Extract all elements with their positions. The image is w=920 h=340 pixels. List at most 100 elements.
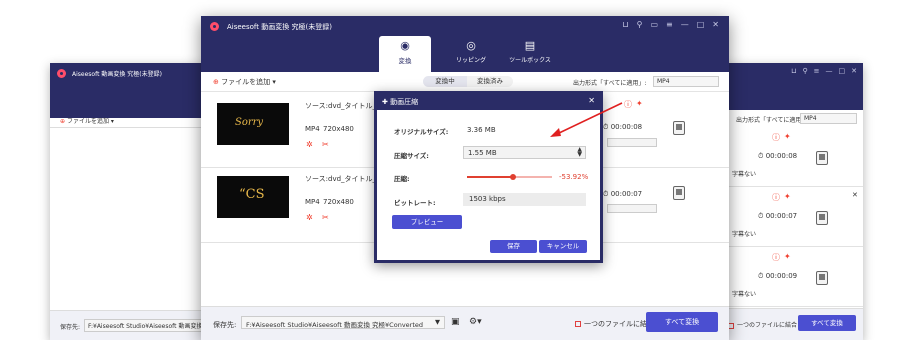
compression-slider-knob[interactable] [509, 174, 516, 180]
folder-icon[interactable]: ▣ [451, 317, 460, 327]
output-format-select[interactable]: MP4 [653, 76, 719, 87]
right-duration: ⏱ 00:00:08 [758, 152, 798, 160]
edit-icon[interactable]: ✲ [306, 213, 313, 222]
file-format: MP4 [305, 198, 320, 206]
menu-icon[interactable]: ≡ [814, 67, 820, 75]
maximize-icon[interactable]: □ [697, 20, 705, 29]
device-icon[interactable] [673, 186, 685, 200]
window-controls: ⊔ ⚲ ▭ ≡ — □ ✕ [622, 20, 719, 29]
key-icon[interactable]: ⚲ [802, 67, 807, 75]
device-icon[interactable] [673, 121, 685, 135]
original-size-value: 3.36 MB [467, 126, 496, 134]
edit-star-icon[interactable]: ✦ [636, 99, 643, 108]
feedback-icon[interactable]: ▭ [650, 20, 658, 29]
right-row-dropdown[interactable]: 字幕ない [732, 289, 756, 298]
right-titlebar: ⊔ ⚲ ≡ — □ ✕ [718, 63, 863, 110]
main-toolbar: ⊕ ファイルを追加 ▾ 変換中 変換済み 出力形式「すべてに適用」: MP4 [201, 72, 729, 92]
merge-checkbox[interactable]: 一つのファイルに結合 [575, 319, 654, 329]
file-resolution: 720x480 [323, 198, 354, 206]
right-row-dropdown[interactable]: 字幕ない [732, 169, 756, 178]
main-footer: 保存先: F:¥Aiseesoft Studio¥Aiseesoft 動画変換 … [201, 306, 729, 340]
merge-label: 一つのファイルに結合 [584, 320, 654, 328]
right-merge-checkbox[interactable]: 一つのファイルに結合 [728, 320, 797, 329]
original-size-label: オリジナルサイズ: [394, 128, 449, 136]
bitrate-value: 1503 kbps [469, 195, 506, 203]
tab-toolbox[interactable]: ▤ ツールボックス [501, 36, 559, 72]
edit-icon[interactable]: ✲ [306, 140, 313, 149]
add-files-button[interactable]: ⊕ ファイルを追加 ▾ [213, 77, 276, 87]
right-background-window: ⊔ ⚲ ≡ — □ ✕ 出力形式「すべてに適用」: MP4 ⓘ ✦ ⏱ 00:00:08 … [718, 63, 863, 340]
save-button[interactable]: 保存 [490, 240, 537, 253]
file-format: MP4 [305, 125, 320, 133]
device-icon[interactable] [816, 151, 828, 165]
video-thumbnail[interactable]: Sorry [217, 103, 289, 145]
info-icon[interactable]: ⓘ [772, 252, 780, 263]
left-add-files-label: ファイルを追加 [66, 118, 109, 125]
info-icon[interactable]: ⓘ [772, 192, 780, 203]
compression-label: 圧縮: [394, 175, 410, 183]
tab-ripper[interactable]: ◎ リッピング [445, 36, 497, 72]
info-icon[interactable]: ⓘ [624, 99, 632, 110]
compressed-size-stepper[interactable]: 1.55 MB ▲ ▼ [463, 146, 586, 159]
video-thumbnail[interactable]: “CS [217, 176, 289, 218]
edit-star-icon[interactable]: ✦ [784, 252, 791, 261]
compression-slider-fill [467, 176, 513, 178]
right-window-controls: ⊔ ⚲ ≡ — □ ✕ [791, 67, 857, 75]
file-duration: ⏱ 00:00:07 [603, 190, 643, 198]
maximize-icon[interactable]: □ [839, 67, 846, 75]
right-row: ⓘ ✦ ⏱ 00:00:09 字幕ない [718, 247, 863, 307]
thumbnail-text: “CS [239, 187, 265, 202]
minimize-icon[interactable]: — [826, 67, 833, 75]
compression-percent: -53.92% [559, 173, 589, 181]
info-icon[interactable]: ⓘ [772, 132, 780, 143]
file-resolution: 720x480 [323, 125, 354, 133]
preview-button[interactable]: プレビュー [392, 215, 462, 229]
disc-icon: ◎ [466, 39, 476, 52]
cut-icon[interactable]: ✂ [322, 140, 329, 149]
edit-star-icon[interactable]: ✦ [784, 192, 791, 201]
chevron-down-icon: ▼ [435, 318, 440, 326]
right-duration: ⏱ 00:00:09 [758, 272, 798, 280]
right-row-dropdown[interactable]: 字幕ない [732, 229, 756, 238]
save-path-field[interactable]: F:¥Aiseesoft Studio¥Aiseesoft 動画変換 究極¥Co… [241, 316, 445, 329]
stepper-arrows-icon: ▲ ▼ [577, 146, 582, 158]
compressed-size-label: 圧縮サイズ: [394, 152, 429, 160]
app-logo-icon [57, 69, 66, 78]
app-title: Aiseesoft 動画変換 究極(未登録) [227, 23, 332, 31]
subtitle-dropdown[interactable] [607, 204, 657, 213]
segment-converted[interactable]: 変換済み [467, 76, 513, 87]
left-window-title: Aiseesoft 動画変換 究極(未登録) [72, 71, 162, 78]
right-footer: 一つのファイルに結合 すべて変換 [718, 308, 863, 340]
edit-star-icon[interactable]: ✦ [784, 132, 791, 141]
remove-icon[interactable]: ✕ [852, 191, 858, 199]
app-logo-icon [210, 22, 219, 31]
cart-icon[interactable]: ⊔ [791, 67, 796, 75]
thumbnail-text: Sorry [235, 117, 264, 128]
annotation-arrow [550, 102, 623, 137]
key-icon[interactable]: ⚲ [637, 20, 643, 29]
tab-convert[interactable]: ◉ 変換 [379, 36, 431, 72]
checkbox-icon [575, 321, 581, 327]
bitrate-field: 1503 kbps [463, 193, 586, 206]
right-row: ⓘ ✦ ⏱ 00:00:08 字幕ない [718, 127, 863, 187]
right-output-format-select[interactable]: MP4 [800, 113, 857, 124]
device-icon[interactable] [816, 211, 828, 225]
convert-all-button[interactable]: すべて変換 [646, 312, 718, 332]
compression-slider[interactable] [467, 174, 552, 180]
right-convert-all-button[interactable]: すべて変換 [798, 315, 856, 331]
menu-icon[interactable]: ≡ [666, 20, 673, 29]
cart-icon[interactable]: ⊔ [622, 20, 628, 29]
compress-icon: ✚ [382, 98, 388, 106]
cut-icon[interactable]: ✂ [322, 213, 329, 222]
close-icon[interactable]: ✕ [712, 20, 719, 29]
left-add-files-button[interactable]: ⊕ ファイルを追加 ▾ [60, 116, 114, 125]
left-save-to-label: 保存先: [60, 324, 81, 331]
close-icon[interactable]: ✕ [851, 67, 857, 75]
cancel-button[interactable]: キャンセル [539, 240, 587, 253]
main-titlebar: Aiseesoft 動画変換 究極(未登録) ⊔ ⚲ ▭ ≡ — □ ✕ ◉ 変換 ◎ リッ… [201, 16, 729, 72]
settings-icon[interactable]: ⚙▾ [469, 317, 482, 327]
add-icon: ⊕ [60, 118, 66, 125]
segment-converting[interactable]: 変換中 [423, 76, 467, 87]
minimize-icon[interactable]: — [681, 20, 689, 29]
device-icon[interactable] [816, 271, 828, 285]
